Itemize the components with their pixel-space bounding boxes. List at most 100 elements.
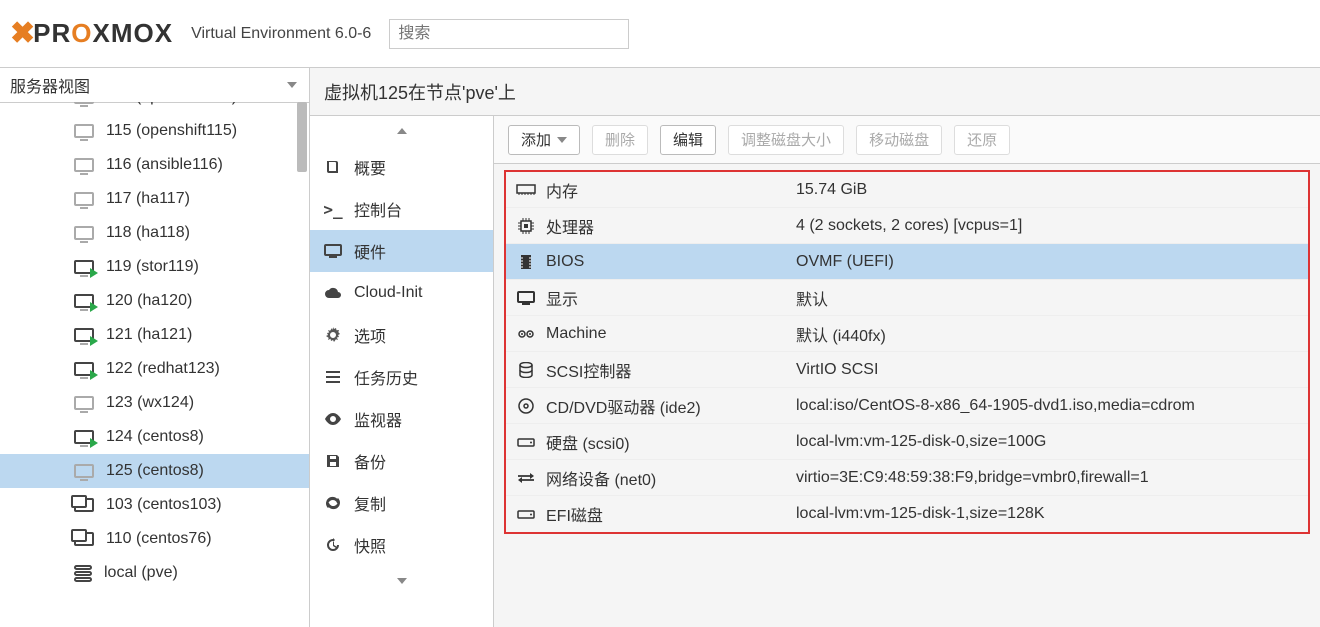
move-disk-button[interactable]: 移动磁盘 xyxy=(856,125,942,155)
view-selector[interactable]: 服务器视图 xyxy=(0,67,310,103)
hw-row-硬盘 (scsi0)[interactable]: 硬盘 (scsi0)local-lvm:vm-125-disk-0,size=1… xyxy=(506,424,1308,460)
left-sidebar: 服务器视图 114 (openshift114) 115 (openshift11… xyxy=(0,68,310,627)
tree-item-115[interactable]: 115 (openshift115) xyxy=(0,114,309,148)
tree-item-116[interactable]: 116 (ansible116) xyxy=(0,148,309,182)
tree-item-local[interactable]: local (pve) xyxy=(0,556,309,590)
tree-item-label: 116 (ansible116) xyxy=(106,156,223,174)
hw-key: 显示 xyxy=(546,286,796,310)
sidetab-控制台[interactable]: >_控制台 xyxy=(310,188,493,230)
hw-key: 处理器 xyxy=(546,214,796,238)
tree-item-label: 115 (openshift115) xyxy=(106,122,237,140)
tree-item-label: 119 (stor119) xyxy=(106,258,199,276)
sidetab-监视器[interactable]: 监视器 xyxy=(310,398,493,440)
hw-row-网络设备 (net0)[interactable]: 网络设备 (net0)virtio=3E:C9:48:59:38:F9,brid… xyxy=(506,460,1308,496)
vm-icon xyxy=(74,192,94,206)
hw-key: 网络设备 (net0) xyxy=(546,466,796,490)
hw-value: 15.74 GiB xyxy=(796,181,1308,199)
container-icon xyxy=(74,498,94,512)
tree-item-label: 117 (ha117) xyxy=(106,190,190,208)
tree-item-120[interactable]: 120 (ha120) xyxy=(0,284,309,318)
sidetab-复制[interactable]: 复制 xyxy=(310,482,493,524)
main-panel: 添加 删除 编辑 调整磁盘大小 移动磁盘 还原 内存15.74 GiB处理器4 … xyxy=(494,116,1320,627)
sidetab-label: 监视器 xyxy=(354,407,402,431)
version-label: Virtual Environment 6.0-6 xyxy=(191,25,371,43)
tree-item-124[interactable]: 124 (centos8) xyxy=(0,420,309,454)
sidetab-选项[interactable]: 选项 xyxy=(310,314,493,356)
hw-value: 4 (2 sockets, 2 cores) [vcpus=1] xyxy=(796,217,1308,235)
vm-icon xyxy=(74,158,94,172)
delete-button[interactable]: 删除 xyxy=(592,125,648,155)
edit-button[interactable]: 编辑 xyxy=(660,125,716,155)
tree-item-label: 114 (openshift114) xyxy=(106,102,237,106)
sidetab-scroll-up[interactable] xyxy=(310,116,493,146)
vm-icon xyxy=(74,430,94,444)
breadcrumb-text: 虚拟机125在节点'pve'上 xyxy=(324,79,516,105)
vm-icon xyxy=(74,396,94,410)
tree-item-118[interactable]: 118 (ha118) xyxy=(0,216,309,250)
hw-row-BIOS[interactable]: BIOSOVMF (UEFI) xyxy=(506,244,1308,280)
sidetab-备份[interactable]: 备份 xyxy=(310,440,493,482)
sidetab-label: 快照 xyxy=(354,533,386,557)
hardware-table: 内存15.74 GiB处理器4 (2 sockets, 2 cores) [vc… xyxy=(504,170,1310,534)
tree-item-121[interactable]: 121 (ha121) xyxy=(0,318,309,352)
hw-value: OVMF (UEFI) xyxy=(796,253,1308,271)
breadcrumb: 虚拟机125在节点'pve'上 xyxy=(310,68,1320,116)
vm-icon xyxy=(74,260,94,274)
chevron-down-icon xyxy=(557,137,567,143)
hw-key: Machine xyxy=(546,325,796,343)
tree-item-label: 121 (ha121) xyxy=(106,326,192,344)
search-input[interactable] xyxy=(389,19,629,49)
tree-item-label: 120 (ha120) xyxy=(106,292,192,310)
revert-button[interactable]: 还原 xyxy=(954,125,1010,155)
hw-row-EFI磁盘[interactable]: EFI磁盘local-lvm:vm-125-disk-1,size=128K xyxy=(506,496,1308,532)
sidetab-Cloud-Init[interactable]: Cloud-Init xyxy=(310,272,493,314)
sidetab-label: 任务历史 xyxy=(354,365,418,389)
sidetab-硬件[interactable]: 硬件 xyxy=(310,230,493,272)
tree-item-110[interactable]: 110 (centos76) xyxy=(0,522,309,556)
hw-row-CD/DVD驱动器 (ide2)[interactable]: CD/DVD驱动器 (ide2)local:iso/CentOS-8-x86_6… xyxy=(506,388,1308,424)
chip-icon xyxy=(506,253,546,271)
add-button[interactable]: 添加 xyxy=(508,125,580,155)
logo-text-post: XMOX xyxy=(93,18,174,48)
tree-item-117[interactable]: 117 (ha117) xyxy=(0,182,309,216)
tree-item-label: 103 (centos103) xyxy=(106,496,222,514)
hw-row-内存[interactable]: 内存15.74 GiB xyxy=(506,172,1308,208)
tree-item-119[interactable]: 119 (stor119) xyxy=(0,250,309,284)
hw-row-SCSI控制器[interactable]: SCSI控制器VirtIO SCSI xyxy=(506,352,1308,388)
hdd-icon xyxy=(506,508,546,520)
tree-scrollbar[interactable] xyxy=(297,102,307,172)
tree-item-103[interactable]: 103 (centos103) xyxy=(0,488,309,522)
vm-icon xyxy=(74,124,94,138)
sidetab-概要[interactable]: 概要 xyxy=(310,146,493,188)
hw-row-显示[interactable]: 显示默认 xyxy=(506,280,1308,316)
hw-row-处理器[interactable]: 处理器4 (2 sockets, 2 cores) [vcpus=1] xyxy=(506,208,1308,244)
tree-item-123[interactable]: 123 (wx124) xyxy=(0,386,309,420)
gear-icon xyxy=(324,327,342,343)
tree-item-125[interactable]: 125 (centos8) xyxy=(0,454,309,488)
vm-icon xyxy=(74,294,94,308)
gears-icon xyxy=(506,327,546,341)
sidetab-label: 备份 xyxy=(354,449,386,473)
sidetab-scroll-down[interactable] xyxy=(310,566,493,596)
tree-item-114[interactable]: 114 (openshift114) xyxy=(0,102,309,114)
sidetab-任务历史[interactable]: 任务历史 xyxy=(310,356,493,398)
tree-item-label: 122 (redhat123) xyxy=(106,360,220,378)
tree-item-label: 124 (centos8) xyxy=(106,428,204,446)
resize-disk-button[interactable]: 调整磁盘大小 xyxy=(728,125,844,155)
sidetab-快照[interactable]: 快照 xyxy=(310,524,493,566)
tree-item-label: 110 (centos76) xyxy=(106,530,212,548)
hw-value: 默认 xyxy=(796,286,1308,310)
terminal-icon: >_ xyxy=(324,200,342,219)
add-button-label: 添加 xyxy=(521,129,551,150)
hardware-toolbar: 添加 删除 编辑 调整磁盘大小 移动磁盘 还原 xyxy=(494,116,1320,164)
tree-item-122[interactable]: 122 (redhat123) xyxy=(0,352,309,386)
hw-key: BIOS xyxy=(546,253,796,271)
hw-row-Machine[interactable]: Machine默认 (i440fx) xyxy=(506,316,1308,352)
view-selector-label: 服务器视图 xyxy=(10,73,90,97)
history-icon xyxy=(324,537,342,553)
cpu-icon xyxy=(506,217,546,235)
vm-icon xyxy=(74,328,94,342)
memory-icon xyxy=(506,184,546,196)
hw-key: EFI磁盘 xyxy=(546,502,796,526)
tree-item-label: 118 (ha118) xyxy=(106,224,190,242)
